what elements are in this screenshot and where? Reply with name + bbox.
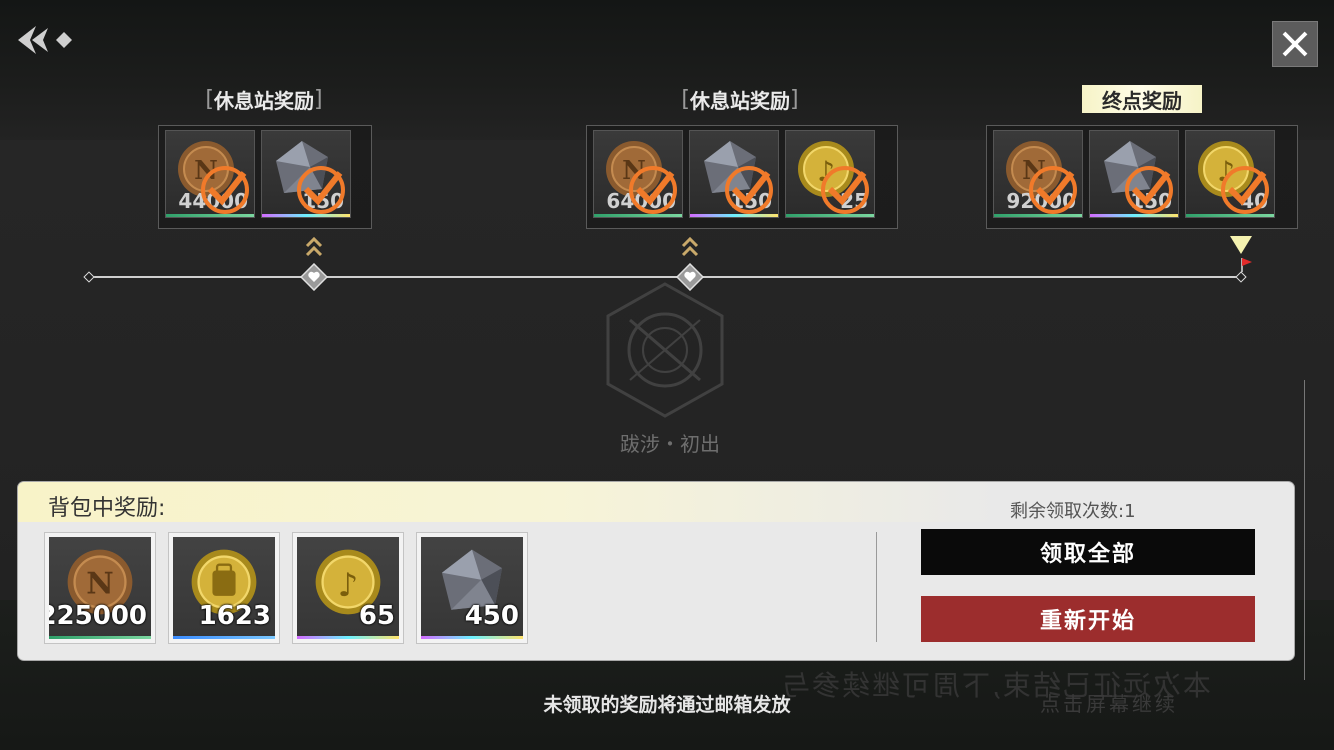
stage-2-rewards: N 64000 150 ♪ 25 (586, 125, 898, 229)
stage-2-title-text: 休息站奖励 (690, 88, 790, 113)
bag-item[interactable]: N 225000 (44, 532, 156, 644)
close-button[interactable] (1272, 21, 1318, 67)
reward-item[interactable]: 150 (1089, 130, 1179, 218)
rarity-bar (421, 636, 523, 639)
reward-item[interactable]: ♪ 40 (1185, 130, 1275, 218)
reward-item[interactable]: ♪ 25 (785, 130, 875, 218)
right-rail-decoration (1304, 380, 1305, 680)
claimed-check-icon (629, 166, 677, 214)
bag-rewards-panel: 背包中奖励: 剩余领取次数:1 N 225000 1623 ♪ 65 450 领… (18, 482, 1294, 660)
rarity-bar (49, 636, 151, 639)
stage-1-rewards: N 44000 150 (158, 125, 372, 229)
reward-item[interactable]: 150 (689, 130, 779, 218)
reward-item[interactable]: N 64000 (593, 130, 683, 218)
bag-item-qty: 225000 (49, 601, 147, 631)
bag-item-frame: 1623 (173, 537, 275, 639)
rarity-bar (297, 636, 399, 639)
reward-item[interactable]: 150 (261, 130, 351, 218)
top-background (0, 0, 1334, 140)
claimed-check-icon (725, 166, 773, 214)
bag-item-qty: 450 (464, 601, 519, 631)
bracket-right-icon: ] (790, 86, 799, 112)
stage-name: 跋涉・初出 (620, 432, 720, 456)
bag-item-qty: 1623 (198, 601, 271, 631)
bag-item-frame: 450 (421, 537, 523, 639)
rarity-bar (173, 636, 275, 639)
claimed-check-icon (1125, 166, 1173, 214)
bag-item-frame: N 225000 (49, 537, 151, 639)
claimed-check-icon (821, 166, 869, 214)
bag-item[interactable]: 450 (416, 532, 528, 644)
bag-item-frame: ♪ 65 (297, 537, 399, 639)
bracket-right-icon: ] (314, 86, 323, 112)
close-icon (1282, 31, 1308, 57)
panel-title: 背包中奖励: (48, 496, 166, 521)
claimed-check-icon (1029, 166, 1077, 214)
stage-3-rewards: N 92000 150 ♪ 40 (986, 125, 1298, 229)
mail-delivery-note: 未领取的奖励将通过邮箱发放 (543, 694, 791, 716)
bag-items-list: N 225000 1623 ♪ 65 450 (44, 532, 528, 644)
stage-2-title: [ 休息站奖励 ] (666, 85, 814, 113)
svg-text:♪: ♪ (338, 566, 359, 604)
back-button[interactable] (18, 22, 78, 58)
rest-stop-heart-node[interactable] (300, 263, 328, 291)
claimed-check-icon (297, 166, 345, 214)
bag-item[interactable]: ♪ 65 (292, 532, 404, 644)
bag-item-qty: 65 (358, 601, 395, 631)
stage-3-title: 终点奖励 (1082, 85, 1202, 113)
remaining-claims: 剩余领取次数:1 (1010, 501, 1136, 522)
finish-flag-icon (1230, 236, 1252, 272)
chevron-up-icon (305, 236, 323, 257)
bag-item[interactable]: 1623 (168, 532, 280, 644)
claimed-check-icon (1221, 166, 1269, 214)
panel-divider (876, 532, 877, 642)
stage-1-title-text: 休息站奖励 (214, 88, 314, 113)
chevron-up-icon (681, 236, 699, 257)
progress-track (88, 276, 1242, 278)
back-arrow-icon (18, 26, 72, 54)
claim-all-button[interactable]: 领取全部 (921, 529, 1255, 575)
reward-item[interactable]: N 92000 (993, 130, 1083, 218)
reward-item[interactable]: N 44000 (165, 130, 255, 218)
stage-1-title: [ 休息站奖励 ] (190, 85, 338, 113)
bracket-left-icon: [ (681, 86, 690, 112)
restart-button[interactable]: 重新开始 (921, 596, 1255, 642)
claimed-check-icon (201, 166, 249, 214)
svg-text:N: N (86, 567, 113, 602)
stage-emblem-icon (606, 282, 724, 418)
stage-3-title-text: 终点奖励 (1102, 88, 1182, 113)
bracket-left-icon: [ (205, 86, 214, 112)
